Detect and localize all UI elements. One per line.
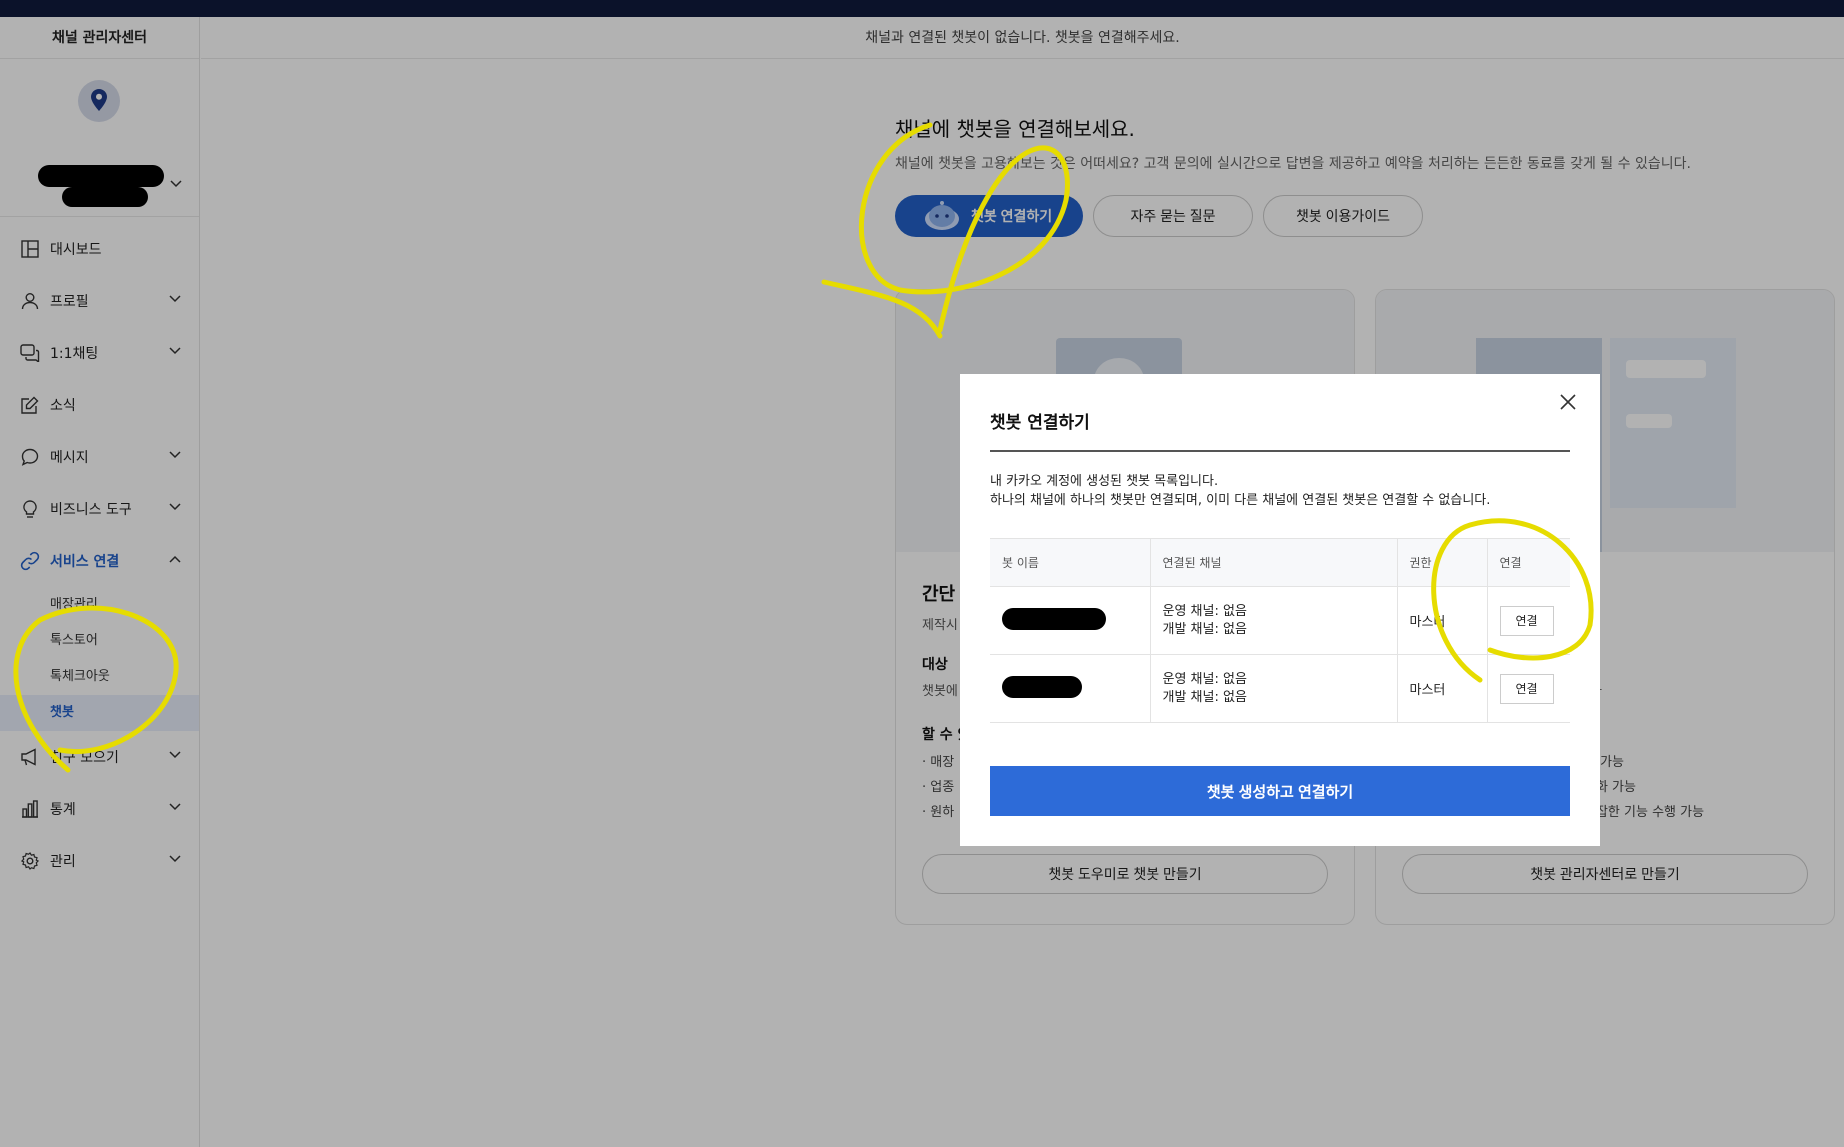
- chatbot-table: 봇 이름 연결된 채널 권한 연결 운영 채널: 없음 개발 채널: 없음 마스…: [990, 538, 1570, 723]
- column-header: 봇 이름: [990, 538, 1150, 587]
- modal-desc-line: 하나의 채널에 하나의 챗봇만 연결되며, 이미 다른 채널에 연결된 챗봇은 …: [990, 493, 1491, 508]
- create-and-connect-button[interactable]: 챗봇 생성하고 연결하기: [990, 766, 1570, 816]
- connect-button[interactable]: 연결: [1499, 605, 1554, 636]
- modal-divider: [990, 450, 1570, 452]
- action-cell: 연결: [1486, 586, 1570, 655]
- modal-description: 내 카카오 계정에 생성된 챗봇 목록입니다. 하나의 채널에 하나의 챗봇만 …: [990, 472, 1490, 510]
- dev-channel: 개발 채널: 없음: [1162, 689, 1247, 705]
- bot-name-cell: [990, 654, 1150, 723]
- modal-title: 챗봇 연결하기: [990, 413, 1090, 433]
- table-row: 운영 채널: 없음 개발 채널: 없음 마스터 연결: [990, 654, 1570, 723]
- role-cell: 마스터: [1396, 654, 1487, 723]
- table-row: 운영 채널: 없음 개발 채널: 없음 마스터 연결: [990, 586, 1570, 655]
- channel-cell: 운영 채널: 없음 개발 채널: 없음: [1149, 586, 1397, 655]
- column-header: 연결: [1486, 538, 1570, 587]
- operating-channel: 운영 채널: 없음: [1162, 671, 1247, 687]
- operating-channel: 운영 채널: 없음: [1162, 603, 1247, 619]
- redacted-bot-name: [1002, 675, 1082, 698]
- dev-channel: 개발 채널: 없음: [1162, 621, 1247, 637]
- column-header: 연결된 채널: [1149, 538, 1397, 587]
- close-button[interactable]: [1554, 388, 1582, 416]
- modal-desc-line: 내 카카오 계정에 생성된 챗봇 목록입니다.: [990, 474, 1219, 489]
- action-cell: 연결: [1486, 654, 1570, 723]
- redacted-bot-name: [1002, 607, 1106, 630]
- connect-chatbot-modal: 챗봇 연결하기 내 카카오 계정에 생성된 챗봇 목록입니다. 하나의 채널에 …: [960, 374, 1600, 846]
- channel-cell: 운영 채널: 없음 개발 채널: 없음: [1149, 654, 1397, 723]
- close-icon: [1560, 394, 1576, 410]
- role-cell: 마스터: [1396, 586, 1487, 655]
- column-header: 권한: [1396, 538, 1487, 587]
- bot-name-cell: [990, 586, 1150, 655]
- connect-button[interactable]: 연결: [1499, 673, 1554, 704]
